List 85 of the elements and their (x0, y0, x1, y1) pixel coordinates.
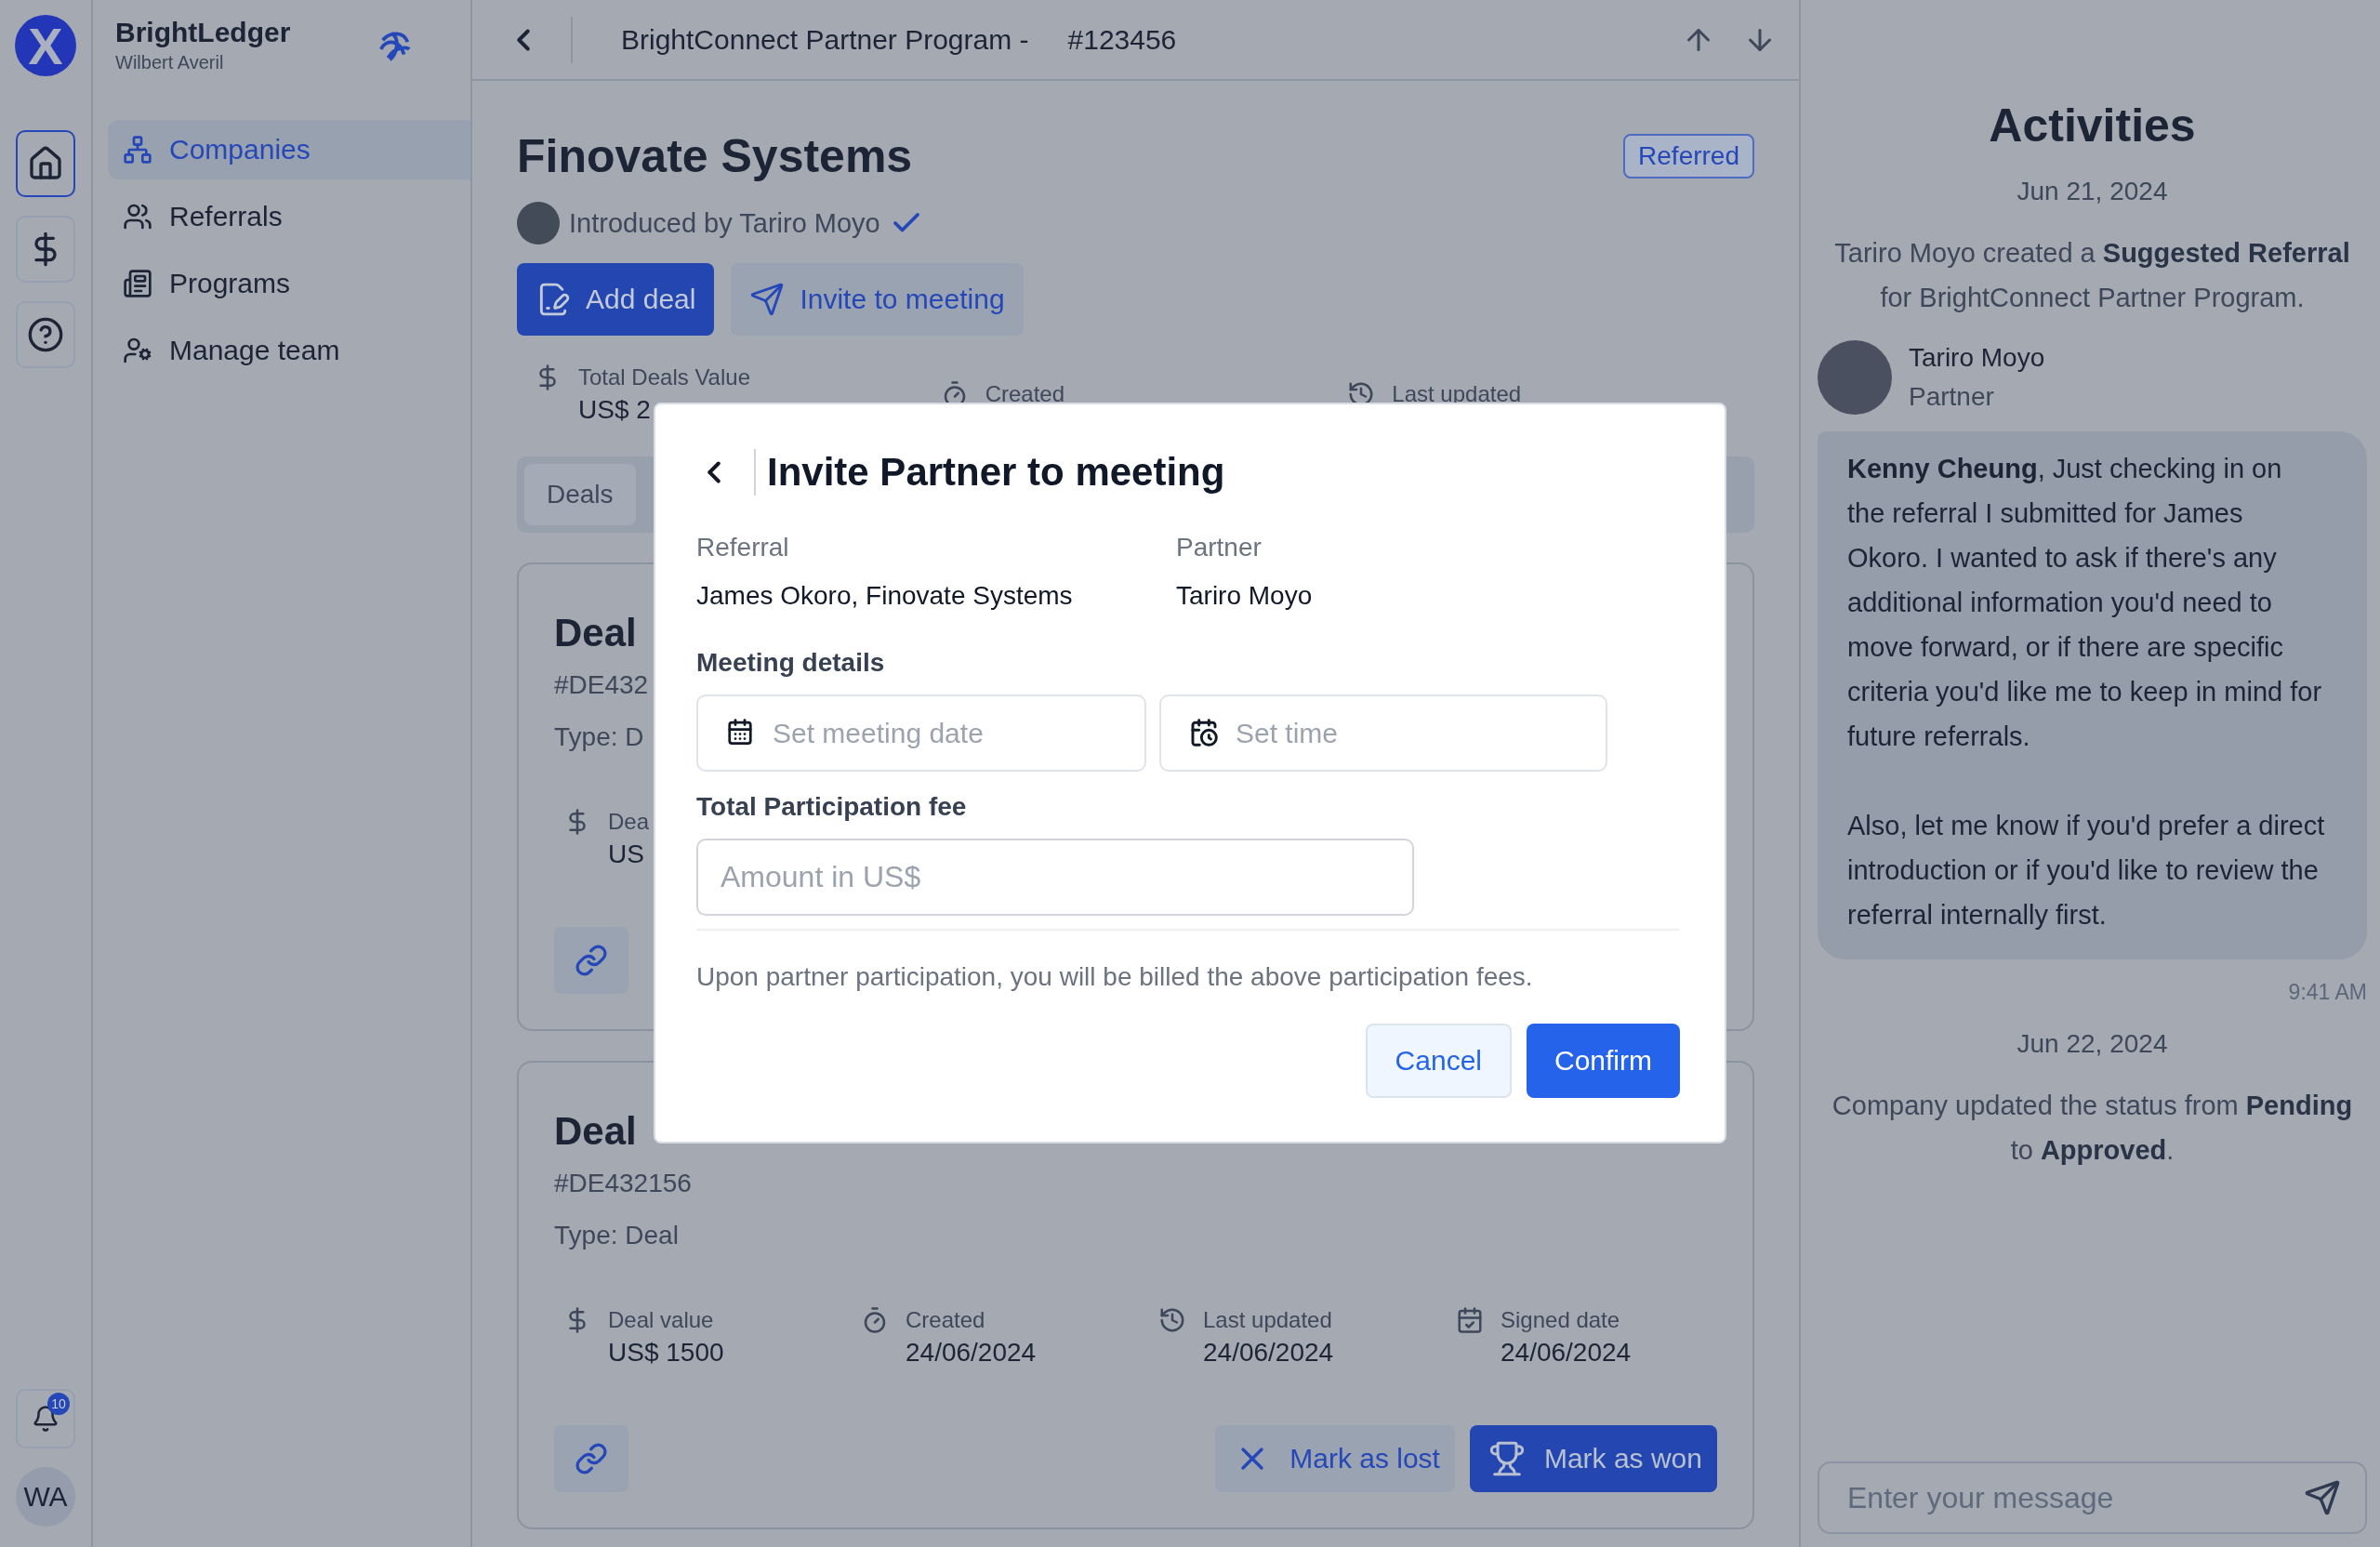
user-gear-icon (123, 336, 152, 365)
billing-note: Upon partner participation, you will be billed the above participation fees. (696, 962, 1534, 992)
program-id: #123456 (1067, 23, 1177, 56)
cancel-button[interactable]: Cancel (1365, 1024, 1512, 1098)
activity-text: Company updated the status from Pending to Approved. (1831, 1090, 2354, 1167)
message-text: Kenny Cheung, Just checking in on the referral I submitted for James Okoro. I wanted to ask if there's any additional information you'd need to move forward, or if there are specific criteria you'd like me to keep in mind for future referrals. (1847, 453, 2323, 753)
send-icon (749, 282, 786, 317)
status-badge: Referred (1623, 134, 1754, 178)
info-value: James Okoro, Finovate Systems (696, 581, 1074, 611)
author-name: Tariro Moyo (1909, 343, 2045, 373)
trophy-icon (1488, 1440, 1526, 1477)
stat-label: Last updated (1392, 381, 1522, 407)
send-icon[interactable] (2304, 1479, 2341, 1516)
rail-button[interactable] (16, 130, 75, 197)
brand-name: BrightLedger (115, 17, 291, 48)
stat-value: US$ 2 (578, 395, 651, 425)
link-button[interactable] (554, 927, 628, 994)
mark-lost-button[interactable]: Mark as lost (1215, 1425, 1455, 1492)
calendar-check-icon (1456, 1306, 1484, 1334)
stat-label: Last updated (1203, 1307, 1332, 1333)
deal-title: Deal (554, 611, 637, 655)
stat-value: 24/06/2024 (906, 1338, 1037, 1368)
section-label: Total Participation fee (696, 792, 968, 822)
notification-count: 10 (47, 1393, 70, 1415)
activity-date: Jun 21, 2024 (2016, 177, 2169, 206)
avatar (517, 202, 560, 245)
link-icon (575, 1442, 608, 1475)
invite-button[interactable]: Invite to meeting (731, 263, 1024, 336)
message-time: 9:41 AM (2288, 980, 2367, 1005)
notifications-button[interactable]: 10 (16, 1389, 75, 1448)
deal-type: Type: Deal (554, 1221, 679, 1250)
stat-label: Created (906, 1307, 985, 1333)
message-text: Also, let me know if you'd prefer a direct introduction or if you'd like to review the referral internally first. (1847, 810, 2326, 932)
program-title: BrightConnect Partner Program - (621, 23, 1029, 56)
stat-value: 24/06/2024 (1501, 1338, 1632, 1368)
rail-button[interactable] (16, 301, 75, 368)
calendar-clock-icon (1189, 718, 1219, 747)
link-icon (575, 944, 608, 977)
nav-item[interactable]: Companies (108, 120, 470, 179)
introduced-by: Introduced by Tariro Moyo (569, 207, 880, 239)
activity-text: Tariro Moyo created a Suggested Referral for BrightConnect Partner Program. (1833, 237, 2351, 314)
hierarchy-icon (123, 135, 152, 165)
history-icon (1158, 1306, 1186, 1334)
deal-type: Type: D (554, 722, 644, 752)
help-icon (27, 316, 64, 353)
info-value: Tariro Moyo (1176, 581, 1314, 611)
info-label: Referral (696, 533, 790, 562)
stat-label: Created (985, 381, 1065, 407)
stat-label: Deal value (608, 1307, 714, 1333)
amount-field[interactable]: Amount in US$ (696, 839, 1414, 916)
tab[interactable]: Deals (524, 464, 636, 525)
author-role: Partner (1909, 382, 1995, 412)
stat-value: US$ 1500 (608, 1338, 724, 1368)
app-logo[interactable]: X (15, 15, 76, 76)
deal-title: Deal (554, 1109, 637, 1154)
message-field[interactable]: Enter your message (1818, 1461, 2367, 1534)
mark-won-button[interactable]: Mark as won (1469, 1425, 1717, 1492)
calendar-icon (726, 718, 754, 746)
users-icon (123, 202, 152, 231)
newspaper-icon (123, 269, 152, 298)
add-deal-button[interactable]: Add deal (517, 263, 715, 336)
dialog-title: Invite Partner to meeting (767, 450, 1225, 495)
stat-label: Total Deals Value (578, 364, 750, 390)
deal-id: #DE432156 (554, 1169, 692, 1198)
company-name: Finovate Systems (517, 129, 913, 183)
nav-item[interactable]: Programs (108, 254, 470, 313)
stat-label: Signed date (1501, 1307, 1620, 1333)
stat-value: 24/06/2024 (1203, 1338, 1334, 1368)
time-field[interactable]: Set time (1159, 694, 1607, 772)
home-icon (27, 145, 64, 182)
link-button[interactable] (554, 1425, 628, 1492)
user-avatar[interactable]: WA (16, 1467, 75, 1527)
info-label: Partner (1176, 533, 1263, 562)
rail-button[interactable] (16, 216, 75, 283)
activity-date: Jun 22, 2024 (2016, 1029, 2169, 1059)
deal-id: #DE432 (554, 670, 649, 700)
stat-value: US (608, 840, 644, 869)
section-label: Meeting details (696, 648, 886, 678)
date-field[interactable]: Set meeting date (696, 694, 1146, 772)
user-name: Wilbert Averil (115, 52, 225, 73)
nav-item[interactable]: Manage team (108, 321, 470, 380)
stat-label: Dea (608, 809, 650, 835)
nav-item[interactable]: Referrals (108, 187, 470, 246)
confirm-button[interactable]: Confirm (1527, 1024, 1680, 1098)
activities-title: Activities (1988, 99, 2197, 152)
